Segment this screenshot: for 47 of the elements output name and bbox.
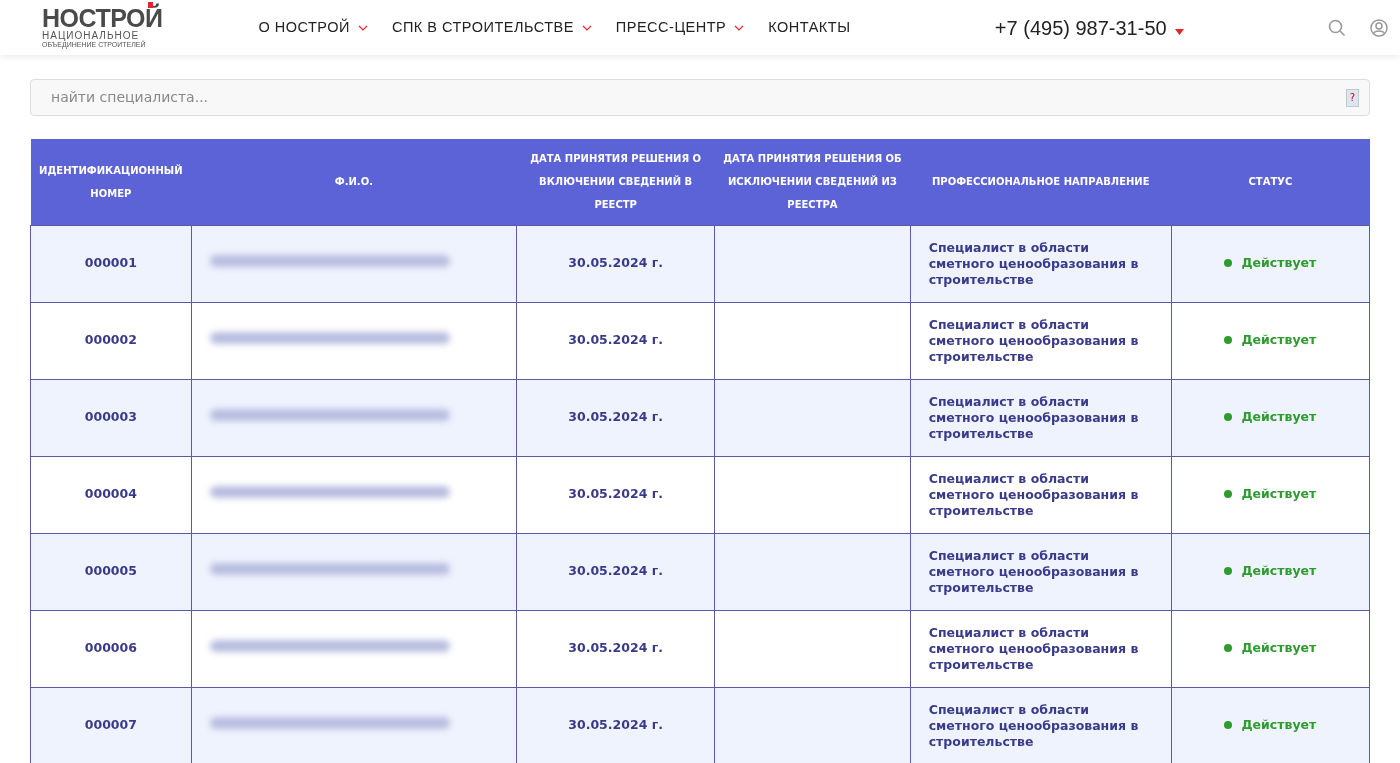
column-header: ДАТА ПРИНЯТИЯ РЕШЕНИЯ ОБ ИСКЛЮЧЕНИИ СВЕДЕНИЙ ИЗ РЕЕСТРА (714, 139, 911, 225)
status-text: Действует (1241, 638, 1317, 657)
table-cell: 000006 (30, 610, 192, 687)
table-cell: 30.05.2024 г. (516, 610, 715, 687)
column-header: СТАТУС (1171, 139, 1370, 225)
status-text: Действует (1241, 253, 1317, 272)
caret-icon[interactable] (734, 24, 745, 31)
table-cell: 30.05.2024 г. (516, 302, 715, 379)
caret-icon[interactable] (581, 24, 592, 31)
status-text: Действует (1241, 561, 1317, 580)
table-cell: 30.05.2024 г. (516, 379, 715, 456)
table-cell: Специалист в области сметного ценообразования в строительстве (910, 456, 1172, 533)
table-cell: 000003 (30, 379, 192, 456)
status-text: Действует (1241, 407, 1317, 426)
status-text: Действует (1241, 484, 1317, 503)
table-cell: 000001 (30, 225, 192, 302)
nav-link[interactable]: КОНТАКТЫ (768, 16, 851, 39)
table-cell: 30.05.2024 г. (516, 533, 715, 610)
search-field[interactable]: найти специалиста... ? (30, 79, 1370, 116)
table-cell: 000004 (30, 456, 192, 533)
table-cell: 30.05.2024 г. (516, 225, 715, 302)
user-icon[interactable] (1370, 18, 1388, 37)
status-text: Действует (1241, 330, 1317, 349)
nav-link[interactable]: СПК В СТРОИТЕЛЬСТВЕ (391, 16, 592, 39)
table-cell: Специалист в области сметного ценообразования в строительстве (910, 687, 1172, 763)
table-cell: Специалист в области сметного ценообразования в строительстве (910, 533, 1172, 610)
table-cell: Специалист в области сметного ценообразования в строительстве (910, 225, 1172, 302)
table-cell: 000007 (30, 687, 192, 763)
table-cell: Специалист в области сметного ценообразования в строительстве (910, 302, 1172, 379)
nav-link[interactable]: О НОСТРОЙ (258, 16, 368, 39)
column-header: ДАТА ПРИНЯТИЯ РЕШЕНИЯ О ВКЛЮЧЕНИИ СВЕДЕНИЙ В РЕЕСТР (516, 139, 715, 225)
status-text: Действует (1241, 715, 1317, 734)
nav-link[interactable]: ПРЕСС-ЦЕНТР (615, 16, 745, 39)
caret-icon[interactable] (1174, 28, 1184, 35)
column-header: ИДЕНТИФИКАЦИОННЫЙ НОМЕР (30, 139, 192, 225)
column-header: ПРОФЕССИОНАЛЬНОЕ НАПРАВЛЕНИЕ (910, 139, 1172, 225)
caret-icon[interactable] (357, 24, 368, 31)
table-cell: 000005 (30, 533, 192, 610)
table-cell: 000002 (30, 302, 192, 379)
phone-number[interactable]: +7 (495) 987-31-50 (994, 12, 1167, 43)
table-cell: 30.05.2024 г. (516, 456, 715, 533)
table-cell: Специалист в области сметного ценообразования в строительстве (910, 610, 1172, 687)
help-button[interactable]: ? (1345, 88, 1359, 107)
table-cell: Специалист в области сметного ценообразования в строительстве (910, 379, 1172, 456)
column-header: Ф.И.О. (191, 139, 517, 225)
search-icon[interactable] (1328, 18, 1346, 37)
table-cell: 30.05.2024 г. (516, 687, 715, 763)
